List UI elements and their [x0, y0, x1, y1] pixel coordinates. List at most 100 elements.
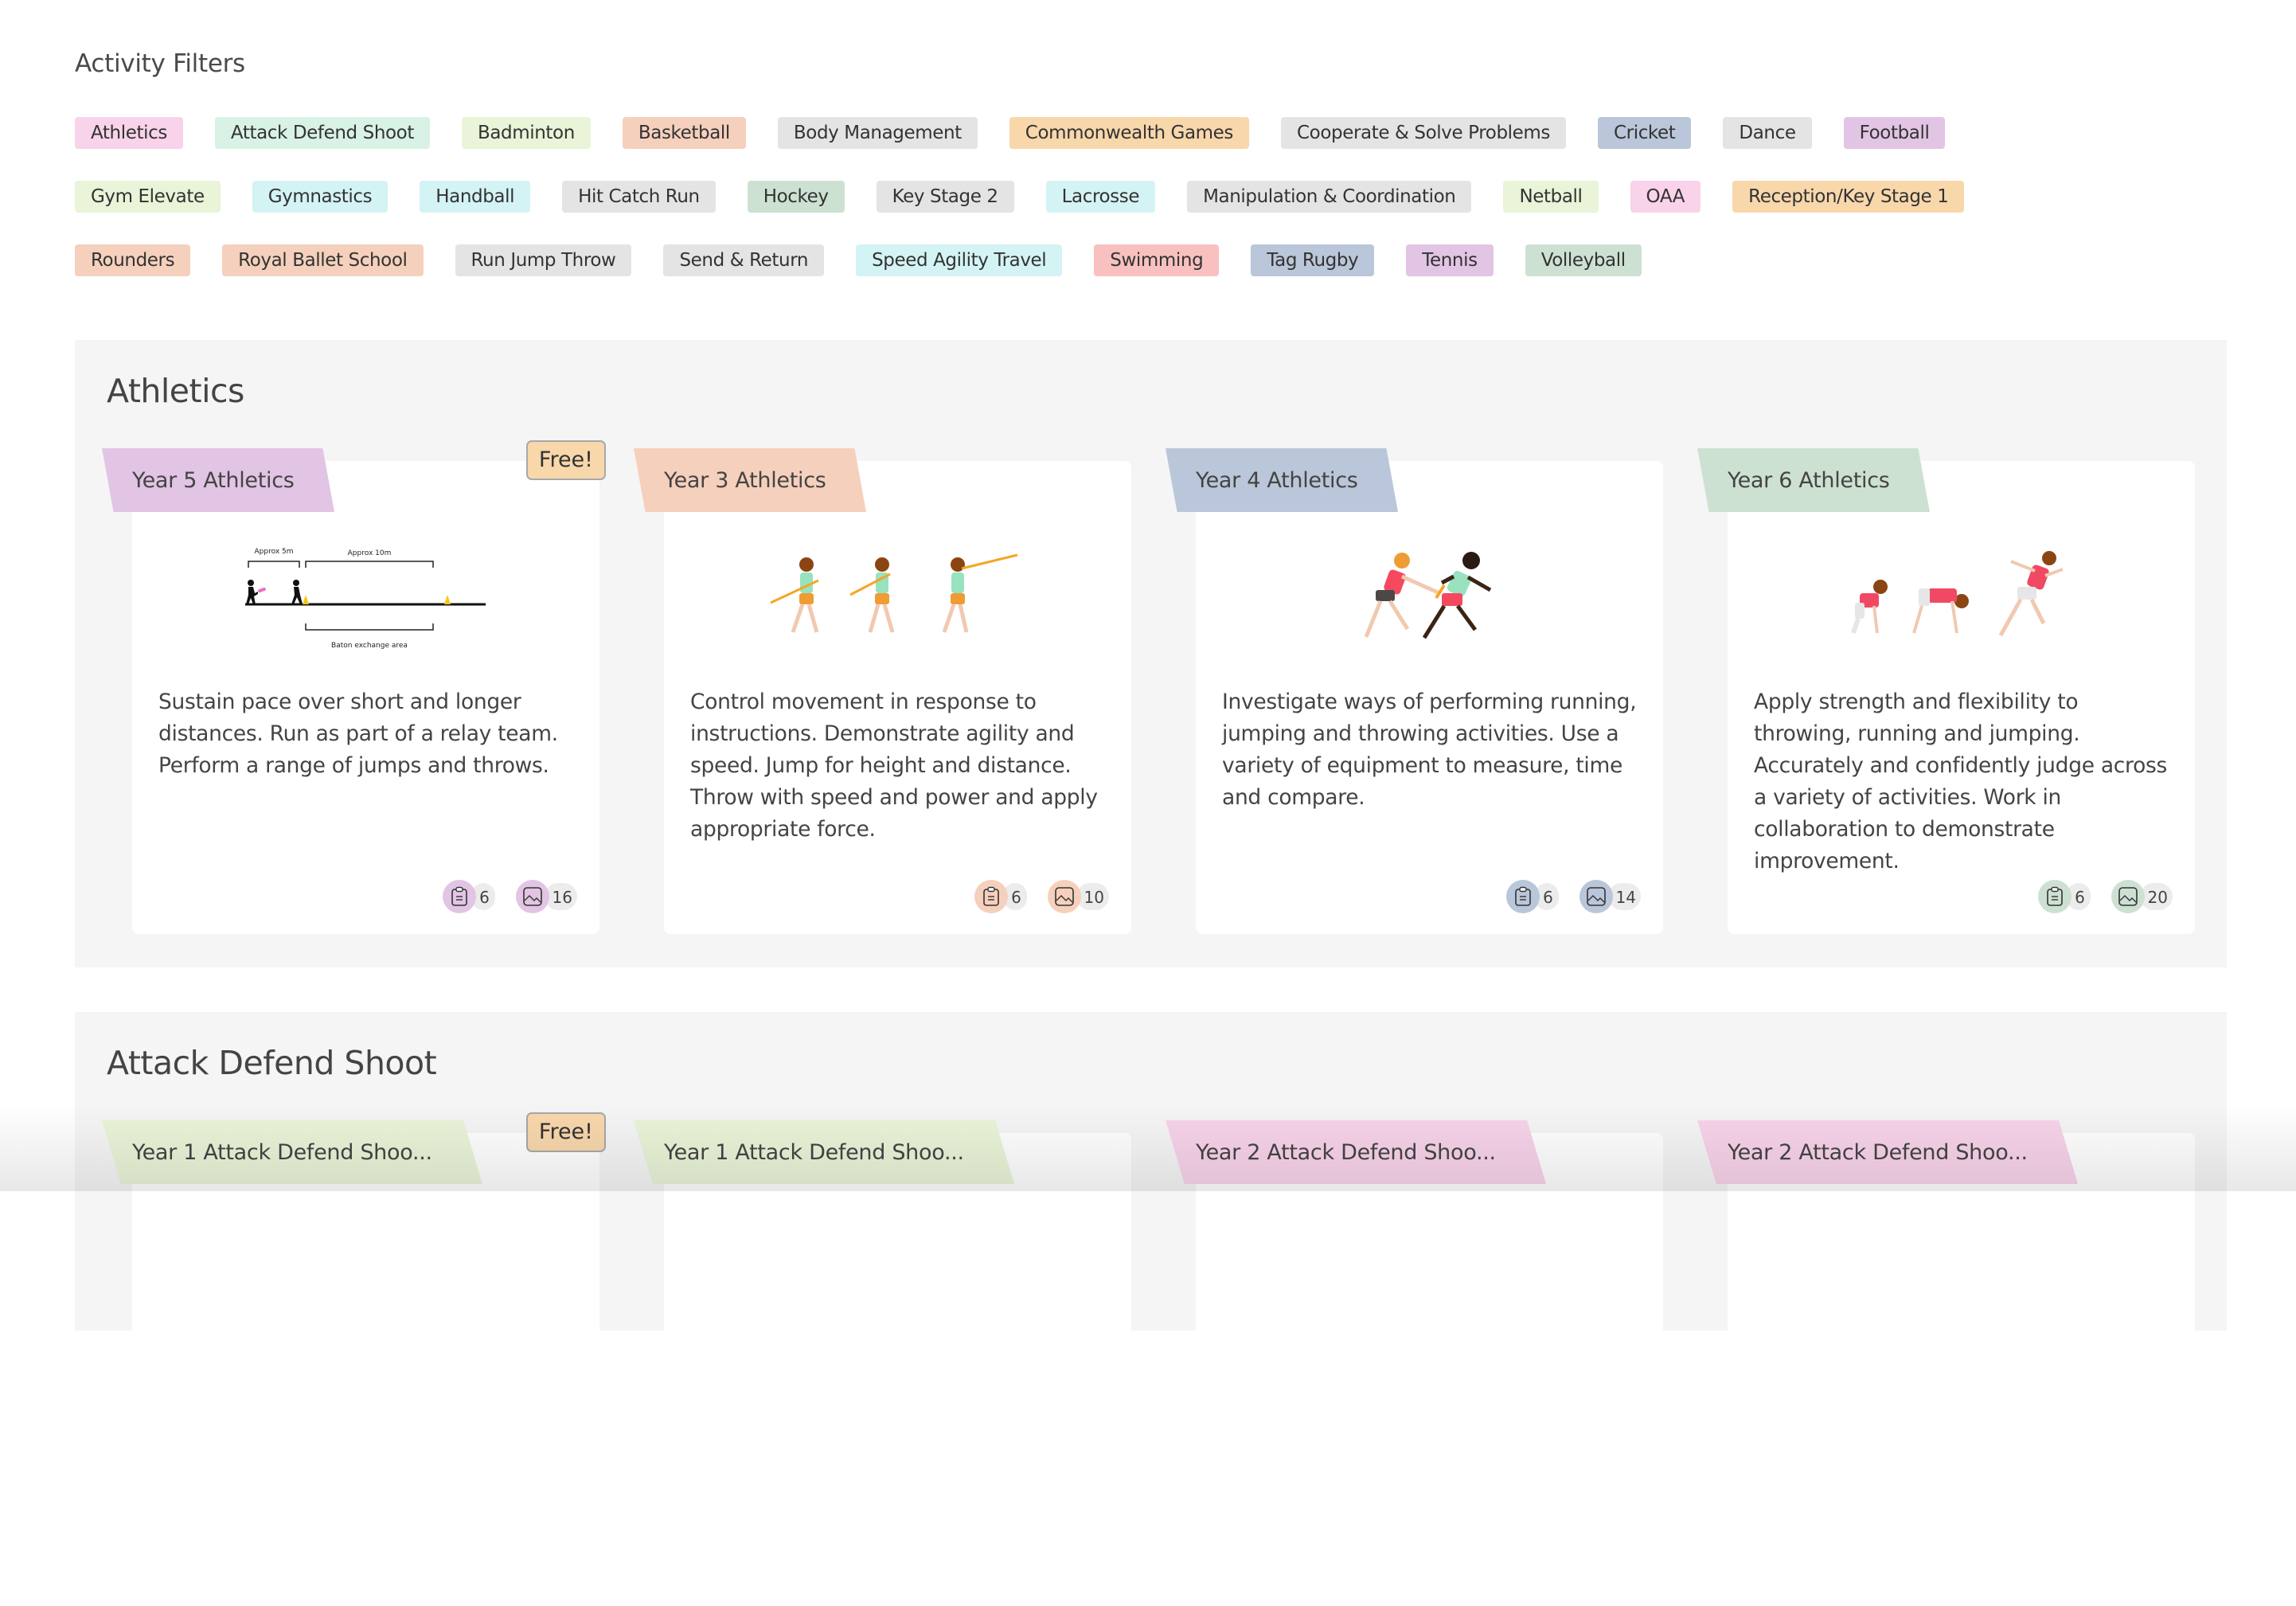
card-meta: 6 16: [422, 880, 577, 913]
athlete-figure: [1850, 580, 1888, 634]
card-title-tag[interactable]: Year 2 Attack Defend Shoo...: [1697, 1120, 2078, 1184]
image-icon: [2111, 880, 2145, 913]
card-title-tag[interactable]: Year 1 Attack Defend Shoo...: [634, 1120, 1014, 1184]
filter-chip[interactable]: Royal Ballet School: [222, 244, 424, 276]
course-card-year3-athletics[interactable]: Year 3 Athletics Control movement in res…: [634, 448, 1131, 934]
card-meta: 6 10: [954, 880, 1109, 913]
section-title: Athletics: [107, 372, 244, 410]
filter-chip[interactable]: Gym Elevate: [75, 181, 221, 213]
filter-chip[interactable]: Athletics: [75, 117, 183, 149]
javelin-illustration: [664, 541, 1131, 668]
filter-chip[interactable]: Football: [1843, 117, 1946, 149]
filter-chip[interactable]: Hit Catch Run: [562, 181, 716, 213]
filter-chip[interactable]: Handball: [420, 181, 531, 213]
card-title-tag[interactable]: Year 5 Athletics: [102, 448, 334, 512]
filter-chip[interactable]: Dance: [1723, 117, 1812, 149]
media-count[interactable]: 20: [2111, 880, 2173, 913]
filter-chip[interactable]: Cricket: [1597, 117, 1692, 149]
course-card-year1-ads-2[interactable]: Year 1 Attack Defend Shoo...: [634, 1120, 1131, 1606]
filter-chip[interactable]: Hockey: [747, 181, 845, 213]
course-card-year4-athletics[interactable]: Year 4 Athletics Investigate ways of per…: [1166, 448, 1663, 934]
course-card-year6-athletics[interactable]: Year 6 Athletics Apply strength and flex…: [1697, 448, 2195, 934]
athlete-figure: [1998, 551, 2064, 637]
filter-chip[interactable]: Lacrosse: [1045, 181, 1156, 213]
activity-filter-list: Athletics Attack Defend Shoot Badminton Bas…: [75, 117, 2240, 308]
filter-chip[interactable]: Attack Defend Shoot: [214, 117, 430, 149]
filter-chip[interactable]: Speed Agility Travel: [856, 244, 1063, 276]
free-badge: Free!: [525, 440, 606, 480]
card-description: Control movement in response to instruct…: [690, 690, 1098, 842]
section-title: Attack Defend Shoot: [107, 1044, 437, 1082]
media-count[interactable]: 16: [515, 880, 577, 913]
lesson-plans-count[interactable]: 6: [442, 880, 495, 913]
media-count[interactable]: 14: [1579, 880, 1641, 913]
course-card-year5-athletics[interactable]: Year 5 Athletics Free! Approx 5m Approx …: [102, 440, 606, 934]
filter-row: Gym Elevate Gymnastics Handball Hit Catch R…: [75, 181, 2240, 213]
card-title-tag[interactable]: Year 6 Athletics: [1697, 448, 1930, 512]
runner-figure: [1422, 552, 1491, 639]
section-attack-defend-shoot: Attack Defend Shoot Year 1 Attack Defend…: [75, 1012, 2227, 1606]
free-badge: Free!: [525, 1112, 606, 1152]
filter-chip[interactable]: Body Management: [777, 117, 978, 149]
card-meta: 6 14: [1486, 880, 1641, 913]
card-description: Apply strength and flexibility to throwi…: [1754, 690, 2167, 873]
card-description: Investigate ways of performing running, …: [1222, 690, 1637, 810]
filter-chip[interactable]: Send & Return: [663, 244, 825, 276]
filter-chip[interactable]: Reception/Key Stage 1: [1732, 181, 1965, 213]
media-count-value: 20: [2139, 883, 2173, 910]
media-count-value: 16: [544, 883, 577, 910]
runner-icon: [245, 580, 303, 604]
lesson-plans-count[interactable]: 6: [1505, 880, 1559, 913]
filter-chip[interactable]: Commonwealth Games: [1009, 117, 1249, 149]
card-meta: 6 20: [2017, 880, 2173, 913]
section-athletics: Athletics Year 5 Athletics Free! Approx …: [75, 340, 2227, 967]
media-count[interactable]: 10: [1047, 880, 1109, 913]
filter-chip[interactable]: Volleyball: [1525, 244, 1642, 276]
lesson-plans-count[interactable]: 6: [974, 880, 1027, 913]
relay-runners-illustration: [1196, 541, 1663, 668]
filter-chip[interactable]: Manipulation & Coordination: [1187, 181, 1472, 213]
filter-chip[interactable]: Run Jump Throw: [455, 244, 632, 276]
athlete-figure: [1911, 588, 1969, 634]
athlete-figure: [942, 553, 1017, 633]
media-count-value: 10: [1076, 883, 1109, 910]
filter-chip[interactable]: Tennis: [1406, 244, 1494, 276]
filter-chip[interactable]: Basketball: [622, 117, 746, 149]
athlete-figure: [849, 557, 894, 633]
course-card-year2-ads[interactable]: Year 2 Attack Defend Shoo...: [1166, 1120, 1663, 1606]
cone-icon: [302, 595, 309, 604]
course-card-year2-ads-2[interactable]: Year 2 Attack Defend Shoo...: [1697, 1120, 2195, 1606]
clipboard-icon: [442, 880, 476, 913]
filter-chip[interactable]: Tag Rugby: [1251, 244, 1375, 276]
relay-diagram-image: Approx 5m Approx 10m Baton exchange area: [132, 541, 599, 668]
filter-chip[interactable]: Swimming: [1094, 244, 1220, 276]
media-count-value: 14: [1607, 883, 1641, 910]
athlete-figure: [769, 557, 819, 633]
image-icon: [1047, 880, 1081, 913]
filter-chip[interactable]: Rounders: [75, 244, 191, 276]
filter-chip[interactable]: Key Stage 2: [876, 181, 1014, 213]
clipboard-icon: [2037, 880, 2071, 913]
filter-chip[interactable]: Gymnastics: [252, 181, 389, 213]
filter-row: Athletics Attack Defend Shoot Badminton Bas…: [75, 117, 2240, 149]
cone-icon: [443, 595, 451, 604]
lesson-plans-count[interactable]: 6: [2037, 880, 2091, 913]
clipboard-icon: [974, 880, 1008, 913]
filter-chip[interactable]: Netball: [1503, 181, 1599, 213]
sprint-start-illustration: [1728, 541, 2195, 668]
diagram-label: Baton exchange area: [331, 642, 408, 650]
filter-chip[interactable]: Badminton: [461, 117, 591, 149]
filter-chip[interactable]: Cooperate & Solve Problems: [1281, 117, 1566, 149]
diagram-label: Approx 10m: [347, 549, 391, 557]
image-icon: [1579, 880, 1613, 913]
card-title-tag[interactable]: Year 3 Athletics: [634, 448, 866, 512]
card-description: Sustain pace over short and longer dista…: [158, 690, 558, 778]
filter-row: Rounders Royal Ballet School Run Jump Thro…: [75, 244, 2240, 276]
filter-chip[interactable]: OAA: [1630, 181, 1701, 213]
clipboard-icon: [1505, 880, 1540, 913]
course-card-year1-ads[interactable]: Year 1 Attack Defend Shoo... Free!: [102, 1112, 606, 1606]
activity-filters-heading: Activity Filters: [75, 49, 245, 78]
card-title-tag[interactable]: Year 1 Attack Defend Shoo...: [102, 1120, 482, 1184]
card-title-tag[interactable]: Year 4 Athletics: [1166, 448, 1398, 512]
card-title-tag[interactable]: Year 2 Attack Defend Shoo...: [1166, 1120, 1546, 1184]
